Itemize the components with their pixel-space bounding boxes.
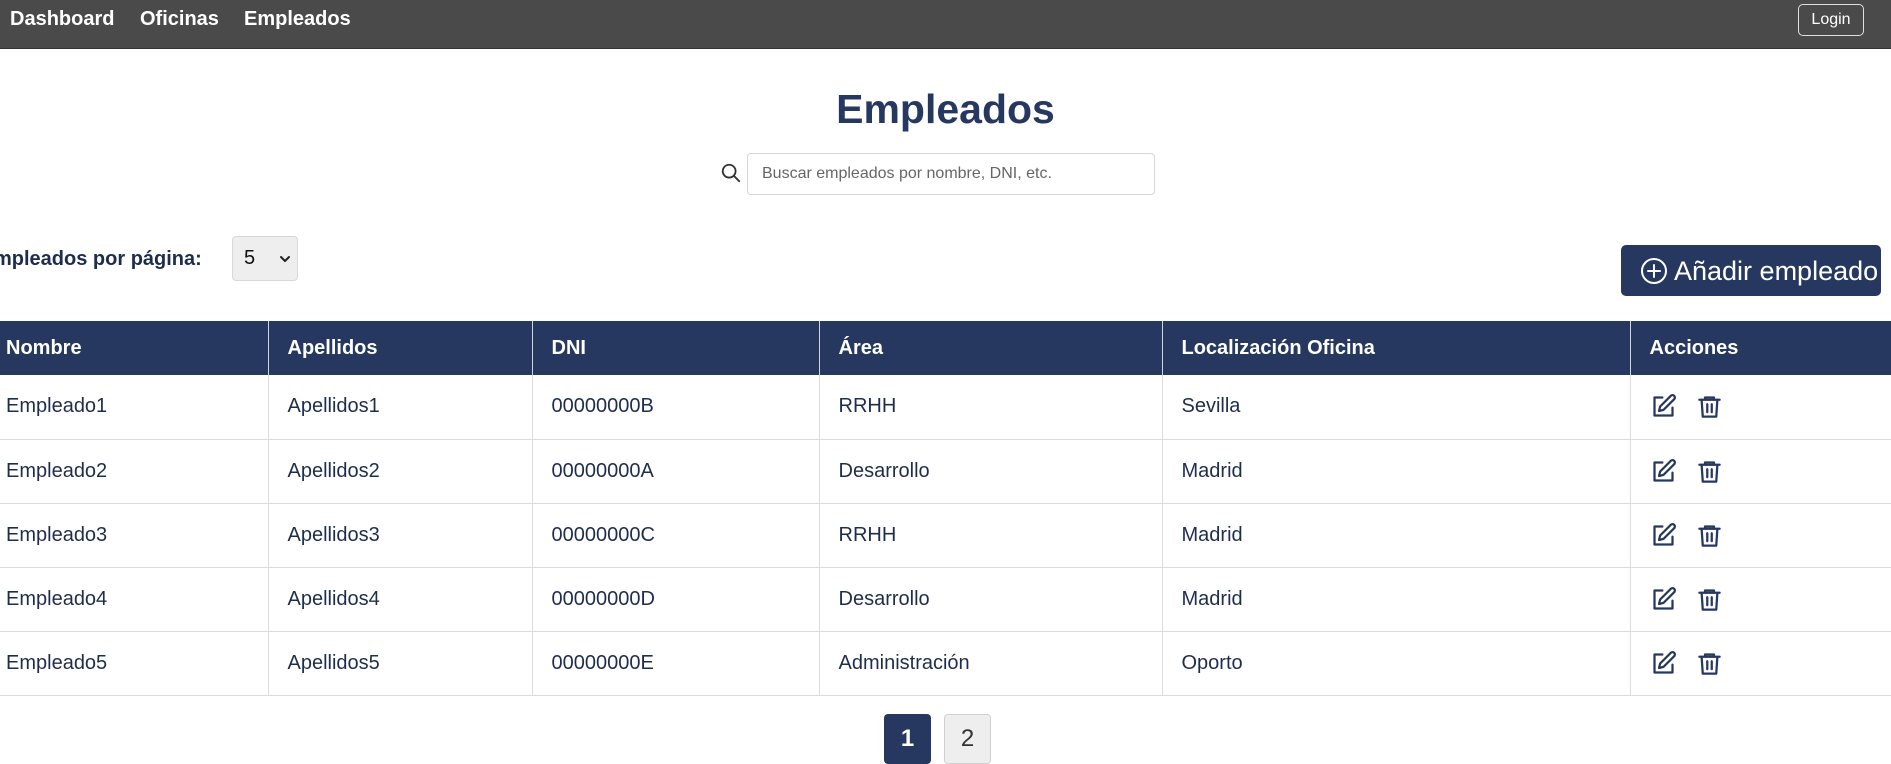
table-row: Empleado2 Apellidos2 00000000A Desarroll… (0, 439, 1891, 504)
table-row: Empleado3 Apellidos3 00000000C RRHH Madr… (0, 503, 1891, 568)
add-employee-label: Añadir empleado (1674, 256, 1879, 286)
cell-localizacion: Oporto (1162, 631, 1631, 696)
trash-icon[interactable] (1696, 650, 1723, 677)
page-title: Empleados (836, 86, 1055, 132)
edit-icon[interactable] (1650, 458, 1677, 485)
cell-apellidos: Apellidos3 (268, 503, 533, 568)
cell-apellidos: Apellidos2 (268, 439, 533, 504)
column-header-localizacion[interactable]: Localización Oficina (1162, 321, 1631, 375)
nav-link-empleados[interactable]: Empleados (244, 8, 351, 30)
pagination-page-2[interactable]: 2 (944, 714, 991, 764)
cell-localizacion: Sevilla (1162, 375, 1631, 440)
login-button[interactable]: Login (1798, 4, 1864, 36)
perpage-label: mpleados por página: (0, 248, 202, 270)
cell-nombre: Empleado3 (0, 503, 269, 568)
cell-nombre: Empleado4 (0, 567, 269, 632)
navbar: Dashboard Oficinas Empleados Login (0, 0, 1891, 49)
cell-area: RRHH (819, 375, 1163, 440)
cell-dni: 00000000C (532, 503, 820, 568)
employees-table: Nombre Apellidos DNI Área Localización O… (0, 321, 1891, 696)
cell-dni: 00000000A (532, 439, 820, 504)
perpage-selected-value: 5 (244, 247, 256, 269)
cell-localizacion: Madrid (1162, 503, 1631, 568)
edit-icon[interactable] (1650, 650, 1677, 677)
nav-link-oficinas[interactable]: Oficinas (140, 8, 219, 30)
trash-icon[interactable] (1696, 586, 1723, 613)
cell-nombre: Empleado1 (0, 375, 269, 440)
cell-acciones (1630, 439, 1891, 504)
chevron-down-icon (280, 256, 290, 262)
column-header-dni[interactable]: DNI (532, 321, 820, 375)
cell-localizacion: Madrid (1162, 567, 1631, 632)
column-header-area[interactable]: Área (819, 321, 1163, 375)
trash-icon[interactable] (1696, 393, 1723, 420)
cell-dni: 00000000B (532, 375, 820, 440)
cell-acciones (1630, 631, 1891, 696)
edit-icon[interactable] (1650, 586, 1677, 613)
edit-icon[interactable] (1650, 393, 1677, 420)
perpage-select[interactable]: 5 (232, 236, 298, 281)
column-header-apellidos[interactable]: Apellidos (268, 321, 533, 375)
cell-area: RRHH (819, 503, 1163, 568)
cell-acciones (1630, 503, 1891, 568)
add-employee-button[interactable]: Añadir empleado (1621, 245, 1881, 296)
search-icon (721, 163, 741, 183)
table-row: Empleado4 Apellidos4 00000000D Desarroll… (0, 567, 1891, 632)
cell-dni: 00000000E (532, 631, 820, 696)
cell-apellidos: Apellidos4 (268, 567, 533, 632)
column-header-nombre[interactable]: Nombre (0, 321, 269, 375)
trash-icon[interactable] (1696, 522, 1723, 549)
cell-nombre: Empleado5 (0, 631, 269, 696)
cell-area: Desarrollo (819, 567, 1163, 632)
cell-dni: 00000000D (532, 567, 820, 632)
cell-nombre: Empleado2 (0, 439, 269, 504)
pagination-page-1[interactable]: 1 (884, 714, 931, 764)
search-input[interactable] (747, 153, 1155, 195)
cell-acciones (1630, 567, 1891, 632)
cell-apellidos: Apellidos5 (268, 631, 533, 696)
cell-localizacion: Madrid (1162, 439, 1631, 504)
cell-acciones (1630, 375, 1891, 440)
cell-area: Desarrollo (819, 439, 1163, 504)
trash-icon[interactable] (1696, 458, 1723, 485)
table-row: Empleado1 Apellidos1 00000000B RRHH Sevi… (0, 375, 1891, 440)
table-header-row: Nombre Apellidos DNI Área Localización O… (0, 321, 1891, 375)
column-header-acciones: Acciones (1630, 321, 1891, 375)
table-row: Empleado5 Apellidos5 00000000E Administr… (0, 631, 1891, 696)
nav-link-dashboard[interactable]: Dashboard (10, 8, 114, 30)
edit-icon[interactable] (1650, 522, 1677, 549)
cell-area: Administración (819, 631, 1163, 696)
plus-circle-icon (1641, 258, 1667, 284)
cell-apellidos: Apellidos1 (268, 375, 533, 440)
